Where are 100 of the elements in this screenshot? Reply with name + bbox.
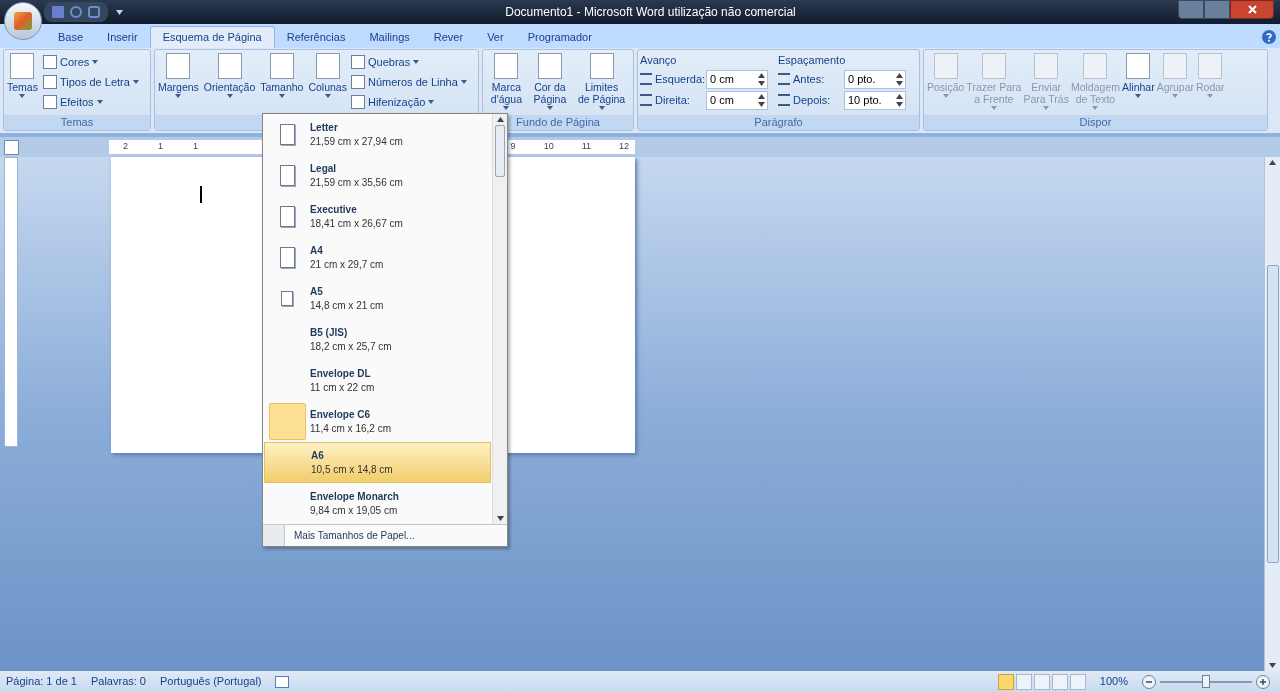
ribbon-small-button[interactable]: Tipos de Letra [42, 72, 139, 92]
paper-size-item[interactable]: A5 14,8 cm x 21 cm [264, 278, 491, 319]
ribbon-small-button[interactable]: Hifenização [350, 92, 467, 112]
page-icon [279, 206, 295, 227]
ribbon-tab[interactable]: Mailings [357, 26, 422, 48]
ribbon-tab[interactable]: Ver [475, 26, 516, 48]
field-label: Esquerda: [655, 71, 703, 87]
zoom-level[interactable]: 100% [1099, 673, 1128, 690]
page-layout-icon [269, 53, 294, 79]
spin-down-icon[interactable] [758, 80, 765, 86]
page-icon [279, 247, 295, 268]
ribbon-button[interactable]: Marca d'água [489, 52, 523, 115]
ribbon-tab[interactable]: Rever [421, 26, 476, 48]
paper-size-item[interactable]: A6 10,5 cm x 14,8 cm [264, 442, 491, 483]
paper-size-name: Letter [310, 120, 339, 135]
spin-field[interactable]: 0 pto. [844, 69, 906, 89]
window-title: Documento1 - Microsoft Word utilização não comercial [505, 5, 796, 19]
ribbon-small-button[interactable]: Cores [42, 52, 139, 72]
caret-icon [413, 60, 420, 64]
paper-size-item[interactable]: Envelope C6 11,4 cm x 16,2 cm [264, 401, 491, 442]
help-icon[interactable] [1262, 30, 1276, 44]
spin-field[interactable]: 0 cm [706, 69, 768, 89]
caret-icon [1207, 94, 1214, 98]
page-count[interactable]: Página: 1 de 1 [6, 673, 77, 690]
spin-up-icon[interactable] [896, 93, 903, 99]
ribbon-button[interactable]: Margens [157, 52, 200, 115]
minimize-button[interactable] [1178, 0, 1204, 19]
scroll-down-icon[interactable] [1269, 663, 1276, 668]
spin-up-icon[interactable] [896, 72, 903, 78]
tab-selector-icon[interactable] [4, 139, 19, 155]
page-layout-icon [166, 53, 191, 79]
paper-size-name: B5 (JIS) [310, 325, 349, 340]
ribbon-tab[interactable]: Inserir [95, 26, 150, 48]
page-layout-icon [315, 53, 340, 79]
ribbon-button[interactable]: Tamanho [259, 52, 305, 115]
paper-size-item[interactable]: Legal 21,59 cm x 35,56 cm [264, 155, 491, 196]
spin-field[interactable]: 0 cm [706, 90, 768, 110]
ribbon-tab[interactable]: Programador [515, 26, 604, 48]
scroll-thumb[interactable] [495, 125, 505, 177]
spin-down-icon[interactable] [896, 101, 903, 107]
caret-icon [460, 80, 467, 84]
more-paper-sizes-link[interactable]: Mais Tamanhos de Papel... [285, 525, 415, 546]
macro-icon[interactable] [275, 675, 290, 688]
paper-size-item[interactable]: A4 21 cm x 29,7 cm [264, 237, 491, 278]
maximize-button[interactable] [1204, 0, 1230, 19]
word-count[interactable]: Palavras: 0 [90, 673, 146, 690]
ribbon-tab[interactable]: Referências [274, 26, 358, 48]
ribbon-button[interactable]: Cor da Página [532, 52, 568, 115]
caret-icon [942, 94, 949, 98]
zoom-out-icon[interactable] [1142, 674, 1156, 689]
close-button[interactable] [1230, 0, 1274, 19]
zoom-slider[interactable] [1160, 674, 1252, 689]
indent-icon [640, 73, 652, 85]
caret-icon [1172, 94, 1179, 98]
paper-size-item[interactable]: Envelope DL 11 cm x 22 cm [264, 360, 491, 401]
page-icon [281, 291, 293, 306]
option-icon [42, 55, 57, 69]
ribbon-button[interactable]: Orientação [202, 52, 257, 115]
page-icon [279, 124, 295, 145]
ribbon-small-button[interactable]: Quebras [350, 52, 467, 72]
paper-size-name: A5 [310, 284, 324, 299]
arrange-icon [1163, 53, 1188, 79]
ribbon-button[interactable]: Colunas [307, 52, 348, 115]
spin-down-icon[interactable] [896, 80, 903, 86]
ribbon-button[interactable]: Limites de Página [576, 52, 627, 115]
spin-up-icon[interactable] [758, 93, 765, 99]
ribbon-button[interactable]: Temas [6, 52, 39, 115]
scroll-down-icon[interactable] [496, 516, 504, 521]
paper-size-name: Envelope C6 [310, 407, 372, 422]
spin-down-icon[interactable] [758, 101, 765, 107]
customize-caret-icon[interactable] [116, 9, 123, 15]
paper-size-item[interactable]: Executive 18,41 cm x 26,67 cm [264, 196, 491, 237]
paper-size-name: A4 [310, 243, 324, 258]
scroll-up-icon[interactable] [1269, 160, 1276, 165]
field-label: Depois: [793, 92, 832, 108]
page-background-icon [537, 53, 562, 79]
group-label: Temas [60, 116, 94, 128]
paper-size-item[interactable]: Envelope Monarch 9,84 cm x 19,05 cm [264, 483, 491, 524]
paper-size-item[interactable]: Letter 21,59 cm x 27,94 cm [264, 114, 491, 155]
ribbon-small-button[interactable]: Efeitos [42, 92, 139, 112]
spin-up-icon[interactable] [758, 72, 765, 78]
spin-field[interactable]: 10 pto. [844, 90, 906, 110]
caret-icon [324, 94, 331, 98]
ribbon-small-button[interactable]: Números de Linha [350, 72, 467, 92]
ruler-number: 1 [158, 140, 164, 154]
language-label[interactable]: Português (Portugal) [160, 673, 262, 690]
scroll-up-icon[interactable] [496, 117, 504, 122]
paper-size-item[interactable]: B5 (JIS) 18,2 cm x 25,7 cm [264, 319, 491, 360]
caret-icon [546, 106, 553, 110]
zoom-thumb[interactable] [1202, 674, 1210, 688]
text-cursor [200, 186, 202, 203]
paper-size-name: Envelope Monarch [310, 489, 399, 504]
zoom-in-icon[interactable] [1256, 674, 1270, 689]
arrange-icon [1126, 53, 1151, 79]
scroll-thumb[interactable] [1266, 265, 1279, 563]
ribbon-tab[interactable]: Base [46, 26, 96, 48]
ribbon-button[interactable]: Alinhar [1120, 52, 1156, 115]
ribbon-tab[interactable]: Esquema de Página [149, 26, 275, 48]
caret-icon [19, 94, 26, 98]
caret-icon [1092, 106, 1099, 110]
